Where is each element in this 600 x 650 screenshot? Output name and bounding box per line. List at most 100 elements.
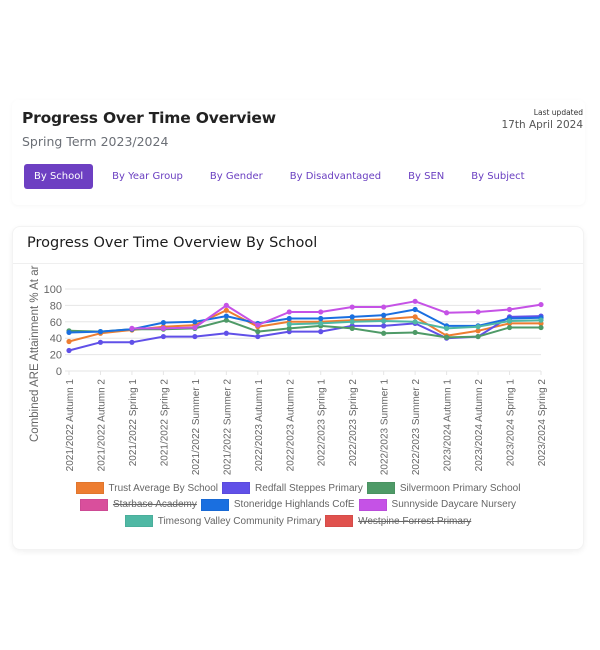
data-point <box>97 339 104 345</box>
page-title: Progress Over Time Overview <box>22 109 276 127</box>
x-tick-label: 2023/2024 Spring 2 <box>537 379 548 467</box>
legend-item[interactable]: Timesong Valley Community Primary <box>124 515 322 528</box>
data-point <box>286 315 292 322</box>
legend-item[interactable]: Silvermoon Primary School <box>366 482 520 495</box>
legend-label: Westpine Forrest Primary <box>358 515 472 527</box>
data-point <box>349 304 355 310</box>
data-point <box>192 319 198 325</box>
data-point <box>412 329 418 336</box>
data-point <box>349 319 355 325</box>
tab-by-subject[interactable]: By Subject <box>463 165 532 188</box>
legend-swatch <box>79 498 108 511</box>
data-point <box>538 324 544 331</box>
data-point <box>444 310 450 316</box>
data-point <box>66 347 72 354</box>
x-tick-label: 2022/2023 Summer 2 <box>411 379 422 476</box>
tab-by-disadvantaged[interactable]: By Disadvantaged <box>282 165 389 188</box>
data-point <box>538 301 544 308</box>
legend-label: Trust Average By School <box>108 482 219 494</box>
x-tick-label: 2021/2022 Spring 1 <box>128 379 139 467</box>
y-tick-label: 80 <box>50 300 62 312</box>
tab-by-year-group[interactable]: By Year Group <box>104 165 191 188</box>
data-point <box>318 309 324 315</box>
x-tick-label: 2021/2022 Autumn 2 <box>96 379 107 472</box>
data-point <box>223 302 229 308</box>
data-point <box>286 309 292 315</box>
legend-item[interactable]: Redfall Steppes Primary <box>222 482 363 495</box>
legend-item[interactable]: Trust Average By School <box>75 482 219 495</box>
data-point <box>286 321 292 327</box>
data-point <box>349 325 355 331</box>
x-tick-label: 2022/2023 Spring 2 <box>348 379 359 467</box>
data-point <box>381 330 387 336</box>
legend-swatch <box>325 515 354 528</box>
data-point <box>506 318 513 324</box>
data-point <box>381 312 387 318</box>
last-updated-label: Last updated <box>533 108 583 117</box>
x-tick-label: 2023/2024 Autumn 1 <box>443 379 454 472</box>
data-point <box>160 320 166 326</box>
legend-swatch <box>366 482 395 495</box>
legend-label: Stoneridge Highlands CofE <box>233 499 355 511</box>
data-point <box>97 329 104 335</box>
x-tick-label: 2022/2023 Autumn 2 <box>285 379 296 472</box>
data-point <box>381 323 387 329</box>
data-point <box>129 339 135 345</box>
data-point <box>318 315 324 322</box>
last-updated-date: 17th April 2024 <box>501 119 583 131</box>
data-point <box>412 314 418 320</box>
data-point <box>255 322 261 328</box>
tab-by-sen[interactable]: By SEN <box>400 165 452 188</box>
data-point <box>412 319 418 325</box>
data-point <box>475 333 481 340</box>
x-tick-label: 2022/2023 Autumn 1 <box>254 379 265 472</box>
x-tick-label: 2023/2024 Autumn 2 <box>474 379 485 472</box>
legend-item[interactable]: Sunnyside Daycare Nursery <box>358 498 517 511</box>
data-point <box>66 329 72 336</box>
x-tick-label: 2021/2022 Summer 1 <box>191 379 202 476</box>
data-point <box>349 314 355 320</box>
y-tick-label: 40 <box>50 333 62 345</box>
legend-swatch <box>358 498 387 511</box>
y-tick-label: 20 <box>50 350 62 362</box>
chart-legend: Trust Average By School Redfall Steppes … <box>13 480 583 530</box>
legend-row: Trust Average By School Redfall Steppes … <box>13 480 583 497</box>
term-subtitle: Spring Term 2023/2024 <box>22 134 169 149</box>
legend-label: Redfall Steppes Primary <box>255 482 363 494</box>
data-point <box>444 334 450 340</box>
tab-by-school[interactable]: By School <box>24 164 94 189</box>
data-point <box>223 330 229 336</box>
legend-swatch <box>75 482 104 495</box>
legend-label: Sunnyside Daycare Nursery <box>391 499 517 511</box>
legend-swatch <box>200 498 229 511</box>
legend-swatch <box>222 482 251 495</box>
legend-row: Starbase Academy Stoneridge Highlands Co… <box>13 497 583 514</box>
overview-header-card: Progress Over Time Overview Spring Term … <box>12 100 585 205</box>
data-point <box>475 309 481 315</box>
data-point <box>506 306 513 313</box>
x-tick-label: 2022/2023 Summer 1 <box>380 379 391 476</box>
y-tick-label: 100 <box>44 284 62 296</box>
data-point <box>506 324 513 331</box>
y-tick-label: 60 <box>50 317 62 329</box>
data-point <box>66 338 72 345</box>
legend-swatch <box>124 515 153 528</box>
data-point <box>381 304 387 310</box>
legend-item[interactable]: Westpine Forrest Primary <box>325 515 472 528</box>
data-point <box>318 320 324 327</box>
y-axis-label: Combined ARE Attainment % At ar <box>29 265 41 442</box>
data-point <box>444 325 450 331</box>
data-point <box>223 313 229 319</box>
data-point <box>412 306 418 313</box>
data-point <box>129 325 135 331</box>
data-point <box>160 333 166 340</box>
legend-label: Timesong Valley Community Primary <box>157 515 322 527</box>
x-tick-label: 2022/2023 Spring 1 <box>317 379 328 467</box>
x-tick-label: 2021/2022 Autumn 1 <box>65 379 76 472</box>
tab-by-gender[interactable]: By Gender <box>202 165 271 188</box>
legend-item[interactable]: Stoneridge Highlands CofE <box>200 498 355 511</box>
legend-item[interactable]: Starbase Academy <box>79 498 197 511</box>
data-point <box>381 318 387 324</box>
data-point <box>192 333 198 340</box>
data-point <box>318 329 324 335</box>
